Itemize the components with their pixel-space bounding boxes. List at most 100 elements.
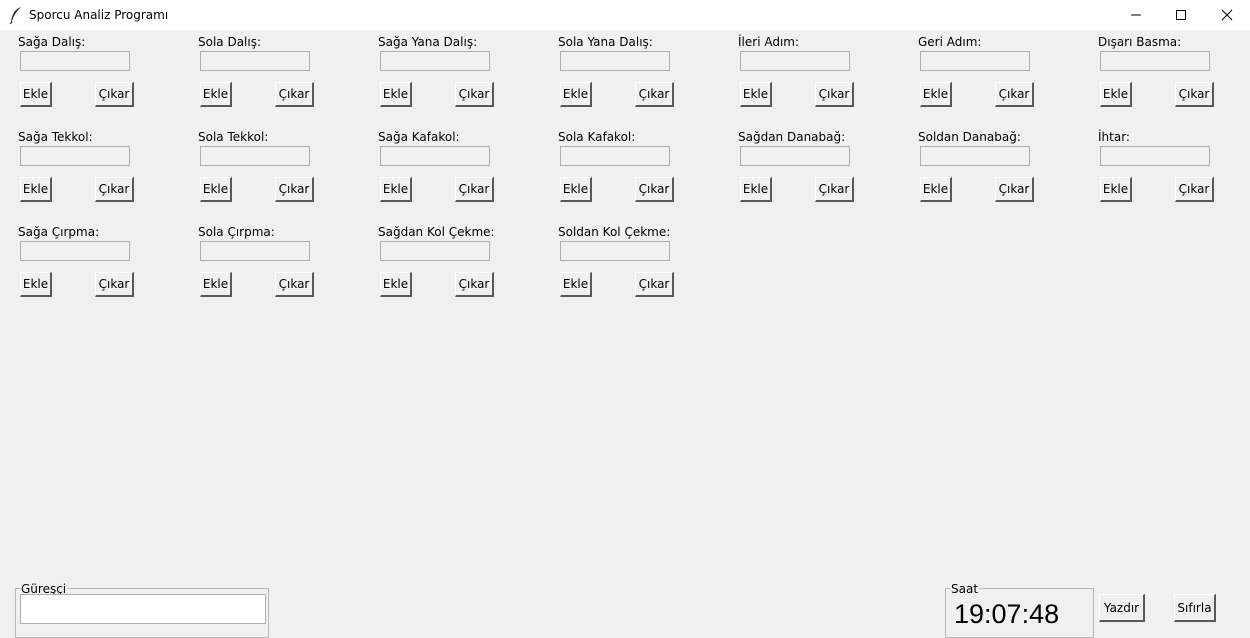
close-button[interactable] [1204,0,1250,30]
field-label: Sağa Çırpma: [18,225,100,239]
move-field-disari-basma: Dışarı Basma: Ekle Çıkar [1098,35,1250,107]
move-field-ihtar: İhtar: Ekle Çıkar [1098,130,1250,202]
field-label: Soldan Kol Çekme: [558,225,671,239]
move-field-ileri-adim: İleri Adım: Ekle Çıkar [738,35,908,107]
field-label: Sola Yana Dalış: [558,35,653,49]
field-label: Geri Adım: [918,35,982,49]
count-input[interactable] [200,146,310,166]
move-field-sagdan-kol-cekme: Sağdan Kol Çekme: Ekle Çıkar [378,225,548,297]
count-input[interactable] [20,146,130,166]
count-input[interactable] [560,51,670,71]
field-label: Sağa Dalış: [18,35,86,49]
add-button[interactable]: Ekle [200,82,232,107]
count-input[interactable] [200,51,310,71]
add-button[interactable]: Ekle [1100,177,1132,202]
remove-button[interactable]: Çıkar [635,177,674,202]
field-label: Sağa Yana Dalış: [378,35,478,49]
add-button[interactable]: Ekle [200,177,232,202]
field-label: İleri Adım: [738,35,800,49]
clock-display: 19:07:48 [954,599,1060,629]
count-input[interactable] [560,146,670,166]
field-label: Sağa Kafakol: [378,130,460,144]
add-button[interactable]: Ekle [560,82,592,107]
count-input[interactable] [920,51,1030,71]
add-button[interactable]: Ekle [20,82,52,107]
remove-button[interactable]: Çıkar [635,82,674,107]
move-field-sola-yana-dalis: Sola Yana Dalış: Ekle Çıkar [558,35,728,107]
move-field-sola-tekkol: Sola Tekkol: Ekle Çıkar [198,130,368,202]
count-input[interactable] [740,146,850,166]
add-button[interactable]: Ekle [380,82,412,107]
count-input[interactable] [20,51,130,71]
field-label: Dışarı Basma: [1098,35,1182,49]
count-input[interactable] [380,241,490,261]
move-field-sagdan-danabag: Sağdan Danabağ: Ekle Çıkar [738,130,908,202]
count-input[interactable] [200,241,310,261]
remove-button[interactable]: Çıkar [1175,177,1214,202]
remove-button[interactable]: Çıkar [815,82,854,107]
remove-button[interactable]: Çıkar [635,272,674,297]
move-field-sola-kafakol: Sola Kafakol: Ekle Çıkar [558,130,728,202]
count-input[interactable] [380,146,490,166]
wrestler-name-input[interactable] [20,594,266,624]
count-input[interactable] [740,51,850,71]
field-label: Sağdan Kol Çekme: [378,225,495,239]
add-button[interactable]: Ekle [20,177,52,202]
field-label: Sağa Tekkol: [18,130,93,144]
move-field-sola-dalis: Sola Dalış: Ekle Çıkar [198,35,368,107]
add-button[interactable]: Ekle [20,272,52,297]
count-input[interactable] [380,51,490,71]
add-button[interactable]: Ekle [740,177,772,202]
add-button[interactable]: Ekle [560,272,592,297]
minimize-button[interactable] [1113,0,1159,30]
count-input[interactable] [560,241,670,261]
add-button[interactable]: Ekle [560,177,592,202]
add-button[interactable]: Ekle [740,82,772,107]
remove-button[interactable]: Çıkar [95,272,134,297]
remove-button[interactable]: Çıkar [275,177,314,202]
field-label: Soldan Danabağ: [918,130,1021,144]
add-button[interactable]: Ekle [1100,82,1132,107]
add-button[interactable]: Ekle [380,177,412,202]
field-label: Sağdan Danabağ: [738,130,846,144]
remove-button[interactable]: Çıkar [815,177,854,202]
move-field-soldan-danabag: Soldan Danabağ: Ekle Çıkar [918,130,1088,202]
move-field-saga-tekkol: Sağa Tekkol: Ekle Çıkar [18,130,188,202]
add-button[interactable]: Ekle [920,177,952,202]
move-field-geri-adim: Geri Adım: Ekle Çıkar [918,35,1088,107]
remove-button[interactable]: Çıkar [275,272,314,297]
move-field-soldan-kol-cekme: Soldan Kol Çekme: Ekle Çıkar [558,225,728,297]
field-label: İhtar: [1098,130,1130,144]
window-title: Sporcu Analiz Programı [29,8,169,22]
feather-icon [9,6,23,25]
title-bar: Sporcu Analiz Programı [0,0,1250,30]
remove-button[interactable]: Çıkar [275,82,314,107]
reset-button[interactable]: Sıfırla [1174,594,1216,622]
remove-button[interactable]: Çıkar [95,82,134,107]
count-input[interactable] [20,241,130,261]
move-field-saga-yana-dalis: Sağa Yana Dalış: Ekle Çıkar [378,35,548,107]
count-input[interactable] [1100,146,1210,166]
add-button[interactable]: Ekle [200,272,232,297]
add-button[interactable]: Ekle [920,82,952,107]
move-field-saga-dalis: Sağa Dalış: Ekle Çıkar [18,35,188,107]
remove-button[interactable]: Çıkar [455,177,494,202]
field-label: Sola Tekkol: [198,130,269,144]
remove-button[interactable]: Çıkar [1175,82,1214,107]
print-button[interactable]: Yazdır [1099,594,1145,622]
clock-label: Saat [950,582,980,596]
remove-button[interactable]: Çıkar [455,272,494,297]
field-label: Sola Dalış: [198,35,262,49]
remove-button[interactable]: Çıkar [95,177,134,202]
remove-button[interactable]: Çıkar [995,82,1034,107]
move-field-saga-cirpma: Sağa Çırpma: Ekle Çıkar [18,225,188,297]
count-input[interactable] [1100,51,1210,71]
maximize-button[interactable] [1158,0,1204,30]
move-field-saga-kafakol: Sağa Kafakol: Ekle Çıkar [378,130,548,202]
add-button[interactable]: Ekle [380,272,412,297]
count-input[interactable] [920,146,1030,166]
remove-button[interactable]: Çıkar [455,82,494,107]
field-label: Sola Kafakol: [558,130,636,144]
field-label: Sola Çırpma: [198,225,275,239]
remove-button[interactable]: Çıkar [995,177,1034,202]
